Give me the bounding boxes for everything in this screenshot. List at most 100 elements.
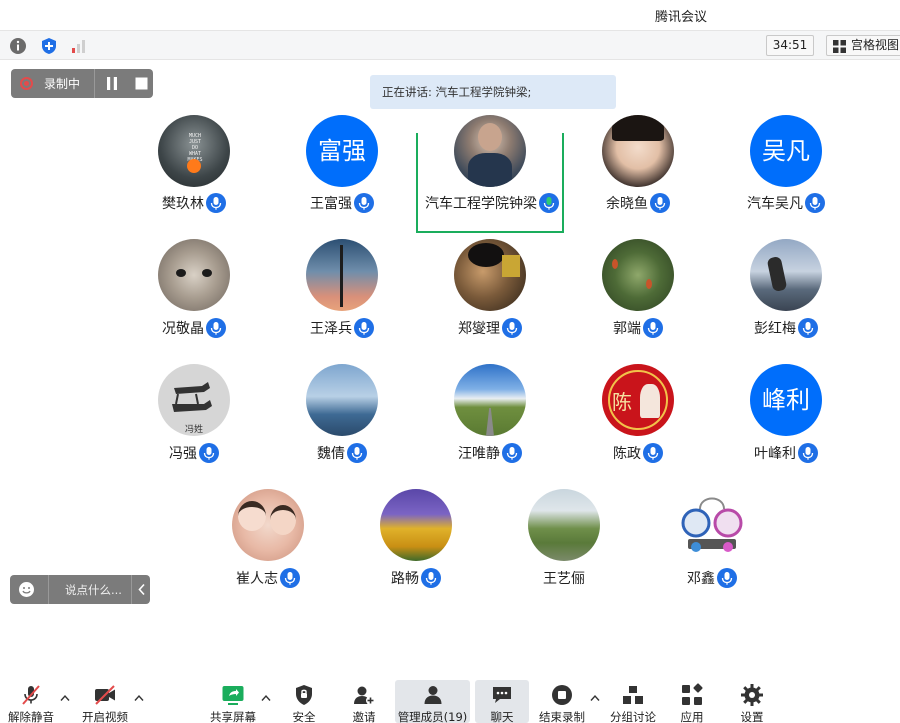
stop-record-icon (552, 685, 572, 705)
participant-tile[interactable]: 崔人志 (194, 489, 342, 589)
stop-icon[interactable] (134, 76, 149, 91)
mic-icon (347, 443, 367, 463)
participant-name: 汽车工程学院钟梁 (425, 196, 537, 212)
meeting-window: 腾讯会议 34:51 宫格视图 录制中 正在讲话: 汽车工程学院钟梁; MUCH… (0, 0, 900, 723)
chat-input-bar[interactable]: 说点什么... (10, 575, 150, 604)
app-title: 腾讯会议 (655, 10, 708, 25)
members-icon (424, 686, 441, 704)
invite-button[interactable]: 邀请 (339, 680, 389, 723)
share-screen-label: 共享屏幕 (210, 710, 256, 723)
chat-button[interactable]: 聊天 (475, 680, 529, 723)
divider (48, 575, 49, 604)
participant-name: 崔人志 (236, 571, 278, 587)
unmute-button[interactable]: 解除静音 (4, 680, 58, 723)
meeting-timer: 34:51 (766, 35, 814, 56)
participant-name: 叶峰利 (754, 446, 796, 462)
chevron-left-icon[interactable] (137, 583, 147, 596)
mic-icon (206, 318, 226, 338)
participant-tile[interactable]: 吴凡 汽车吴凡 (712, 115, 860, 233)
avatar (232, 489, 304, 561)
unmute-label: 解除静音 (8, 710, 54, 723)
security-button[interactable]: 安全 (279, 680, 329, 723)
signal-strength-icon[interactable] (70, 37, 88, 55)
chevron-up-icon[interactable] (60, 694, 70, 702)
avatar (528, 489, 600, 561)
participant-tile[interactable]: 彭红梅 (712, 239, 860, 339)
avatar (602, 115, 674, 187)
mic-icon (354, 318, 374, 338)
apps-button[interactable]: 应用 (667, 680, 717, 723)
settings-label: 设置 (740, 710, 764, 723)
participant-tile[interactable]: 王艺俪 (490, 489, 638, 589)
participant-name-row: 郑燮理 (416, 318, 564, 340)
participant-name-row: 樊玖林 (120, 193, 268, 215)
participant-name: 樊玖林 (162, 196, 204, 212)
participant-tile[interactable]: 郭端 (564, 239, 712, 339)
participant-name: 郑燮理 (458, 321, 500, 337)
shield-icon (296, 685, 312, 705)
participant-tile[interactable]: MUCHJUSTDOWHATMAKESYOU 樊玖林 (120, 115, 268, 233)
avatar (750, 239, 822, 311)
mic-icon (199, 443, 219, 463)
mic-icon (798, 443, 818, 463)
chevron-up-icon[interactable] (261, 694, 271, 702)
avatar: MUCHJUSTDOWHATMAKESYOU (158, 115, 230, 187)
grid-view-label: 宫格视图 (851, 38, 900, 52)
pause-icon[interactable] (105, 76, 119, 91)
participant-tile[interactable]: 况敬晶 (120, 239, 268, 339)
participant-name: 况敬晶 (162, 321, 204, 337)
participant-tile[interactable]: 富强 王富强 (268, 115, 416, 233)
participant-name: 冯强 (169, 446, 197, 462)
chat-input-placeholder[interactable]: 说点什么... (65, 582, 122, 598)
participant-tile[interactable]: 汪唯静 (416, 364, 564, 464)
mic-icon (650, 193, 670, 213)
mic-icon (643, 318, 663, 338)
participant-name: 王泽兵 (310, 321, 352, 337)
speaking-banner: 正在讲话: 汽车工程学院钟梁; (370, 75, 616, 109)
settings-button[interactable]: 设置 (727, 680, 777, 723)
shield-icon[interactable] (40, 37, 58, 55)
mic-active-icon (539, 193, 559, 213)
participant-name-row: 汪唯静 (416, 443, 564, 465)
participant-tile[interactable]: 王泽兵 (268, 239, 416, 339)
participant-tile[interactable]: 余晓鱼 (564, 115, 712, 233)
end-recording-button[interactable]: 结束录制 (535, 680, 589, 723)
info-icon[interactable] (9, 37, 27, 55)
participant-name-row: 汽车工程学院钟梁 (418, 193, 566, 215)
apps-label: 应用 (680, 710, 704, 723)
emoji-icon[interactable] (18, 581, 35, 598)
participant-tile-active-speaker[interactable]: 汽车工程学院钟梁 (416, 115, 566, 233)
end-recording-label: 结束录制 (539, 710, 585, 723)
participant-name: 王富强 (310, 196, 352, 212)
invite-label: 邀请 (352, 710, 376, 723)
participant-tile[interactable]: 郑燮理 (416, 239, 564, 339)
participant-tile[interactable]: 峰利 叶峰利 (712, 364, 860, 464)
participant-tile[interactable]: 陈 陈政 (564, 364, 712, 464)
avatar (454, 115, 526, 187)
manage-members-label: 管理成员(19) (397, 710, 468, 723)
participant-name-row: 魏倩 (268, 443, 416, 465)
breakout-label: 分组讨论 (610, 710, 656, 723)
meeting-toolbar: 解除静音 开启视频 共享屏幕 安全 邀请 管理成员(19) 聊天 结束录制 分组… (0, 680, 900, 723)
share-screen-button[interactable]: 共享屏幕 (206, 680, 260, 723)
chevron-up-icon[interactable] (590, 694, 600, 702)
mic-icon (502, 318, 522, 338)
participant-name: 彭红梅 (754, 321, 796, 337)
mic-icon (643, 443, 663, 463)
participant-name-row: 叶峰利 (712, 443, 860, 465)
mic-icon (421, 568, 441, 588)
participant-tile[interactable]: 路畅 (342, 489, 490, 589)
share-screen-icon (222, 686, 244, 705)
avatar: 富强 (306, 115, 378, 187)
avatar (676, 489, 748, 561)
participant-tile[interactable]: 魏倩 (268, 364, 416, 464)
grid-view-button[interactable]: 宫格视图 (826, 35, 900, 56)
participant-name-row: 汽车吴凡 (712, 193, 860, 215)
participant-tile[interactable]: 邓鑫 (638, 489, 786, 589)
manage-members-button[interactable]: 管理成员(19) (395, 680, 470, 723)
avatar-caption: 冯姓 (184, 425, 203, 435)
participant-tile[interactable]: 冯姓 冯强 (120, 364, 268, 464)
breakout-rooms-button[interactable]: 分组讨论 (606, 680, 660, 723)
chevron-up-icon[interactable] (134, 694, 144, 702)
start-video-button[interactable]: 开启视频 (78, 680, 132, 723)
